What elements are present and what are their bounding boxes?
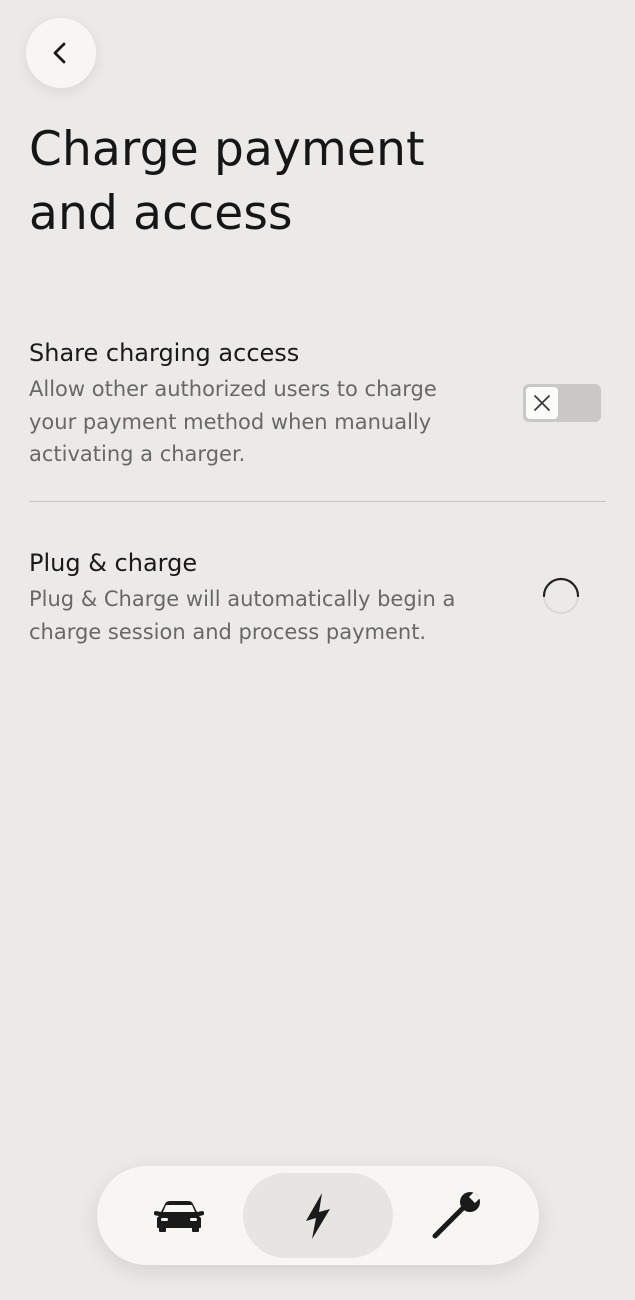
nav-charging[interactable] (243, 1173, 393, 1258)
divider (29, 501, 606, 502)
bottom-nav (97, 1166, 539, 1265)
setting-share-charging-access: Share charging access Allow other author… (29, 338, 606, 471)
chevron-left-icon (53, 42, 66, 64)
back-button[interactable] (26, 18, 96, 88)
wrench-icon (432, 1191, 480, 1238)
nav-vehicle[interactable] (104, 1173, 254, 1258)
setting-description: Allow other authorized users to charge y… (29, 377, 437, 466)
loading-spinner-icon (542, 577, 580, 614)
close-icon (534, 395, 550, 411)
page-title: Charge payment and access (29, 122, 425, 241)
setting-title: Share charging access (29, 339, 300, 367)
setting-plug-and-charge: Plug & charge Plug & Charge will automat… (29, 548, 606, 648)
car-icon (154, 1200, 204, 1232)
setting-description: Plug & Charge will automatically begin a… (29, 587, 456, 644)
share-charging-access-toggle[interactable] (523, 384, 601, 422)
nav-service[interactable] (382, 1173, 532, 1258)
toggle-knob (526, 387, 558, 419)
setting-title: Plug & charge (29, 549, 198, 577)
lightning-bolt-icon (306, 1192, 330, 1239)
